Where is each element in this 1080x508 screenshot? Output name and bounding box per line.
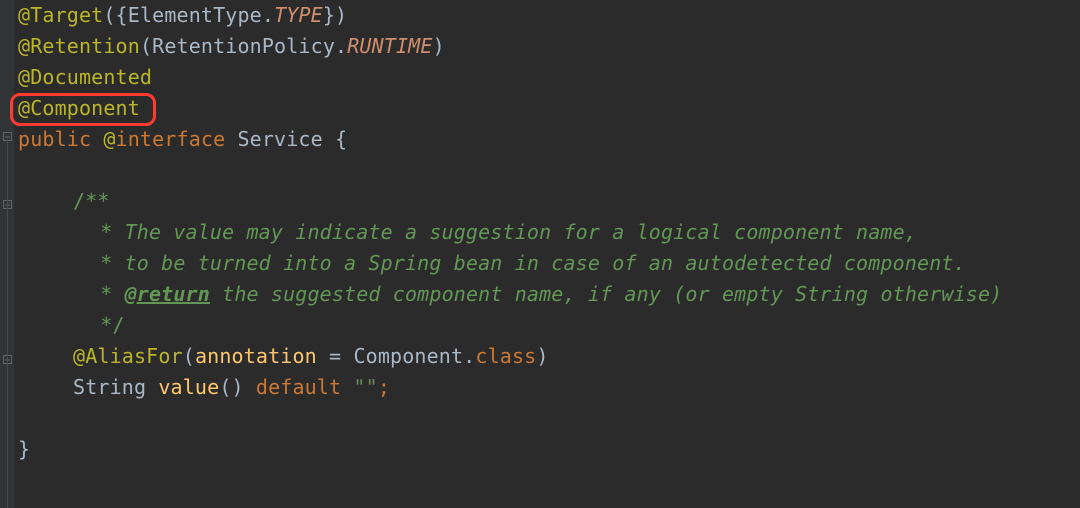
javadoc-text: to be turned into a Spring bean in case … — [112, 251, 965, 275]
type-name: Service — [237, 127, 335, 151]
gutter — [0, 0, 14, 508]
code-line — [18, 406, 30, 430]
punct: = — [317, 344, 354, 368]
javadoc-tag: @return — [125, 282, 210, 306]
javadoc-star: * — [88, 282, 112, 306]
brace: { — [335, 127, 347, 151]
enum-const: RUNTIME — [347, 34, 432, 58]
code-line: String value() default ""; — [18, 375, 390, 399]
annotation-at: @ — [18, 34, 30, 58]
annotation-name: AliasFor — [85, 344, 183, 368]
punct: . — [463, 344, 475, 368]
javadoc-text: The value may indicate a suggestion for … — [112, 220, 917, 244]
code-line: } — [18, 437, 30, 461]
code-line — [18, 158, 30, 182]
javadoc-open: /** — [73, 189, 110, 213]
code-line: @AliasFor(annotation = Component.class) — [18, 344, 549, 368]
keyword: class — [475, 344, 536, 368]
string-literal: "" — [353, 375, 377, 399]
punct: ({ — [103, 3, 127, 27]
method-name: value — [158, 375, 219, 399]
code-line: public @interface Service { — [18, 127, 347, 151]
punct: ) — [536, 344, 548, 368]
punct: ( — [183, 344, 195, 368]
punct: . — [262, 3, 274, 27]
code-line: @Retention(RetentionPolicy.RUNTIME) — [18, 34, 445, 58]
annotation-at: @ — [103, 127, 115, 151]
annotation-name: Target — [30, 3, 103, 27]
punct: }) — [323, 3, 347, 27]
gutter-fold-line-2-icon — [7, 215, 8, 367]
annotation-at: @ — [18, 96, 30, 120]
code-line: @Documented — [18, 65, 152, 89]
code-line: @Target({ElementType.TYPE}) — [18, 3, 347, 27]
code-line: /** — [18, 189, 110, 213]
type-ref: ElementType — [128, 3, 262, 27]
type-ref: Component — [353, 344, 463, 368]
annotation-at: @ — [73, 344, 85, 368]
keyword: public — [18, 127, 103, 151]
annotation-name: Documented — [30, 65, 152, 89]
enum-const: TYPE — [274, 3, 323, 27]
punct: . — [335, 34, 347, 58]
code-line: * The value may indicate a suggestion fo… — [18, 220, 917, 244]
type-ref: String — [73, 375, 158, 399]
javadoc-star: * — [88, 220, 112, 244]
javadoc-close: */ — [88, 313, 125, 337]
annotation-at: @ — [18, 65, 30, 89]
code-line: */ — [18, 313, 125, 337]
punct: () — [219, 375, 256, 399]
brace: } — [18, 437, 30, 461]
annotation-name: Retention — [30, 34, 140, 58]
annotation-name: Component — [30, 96, 140, 120]
code-line: @Component — [18, 96, 140, 120]
punct: ( — [140, 34, 152, 58]
param-name: annotation — [195, 344, 317, 368]
code-line: * to be turned into a Spring bean in cas… — [18, 251, 966, 275]
punct: ; — [378, 375, 390, 399]
code-editor[interactable]: @Target({ElementType.TYPE}) @Retention(R… — [14, 0, 1080, 508]
punct: ) — [433, 34, 445, 58]
keyword: default — [256, 375, 354, 399]
javadoc-text: the suggested component name, if any (or… — [210, 282, 1002, 306]
javadoc-star: * — [88, 251, 112, 275]
code-line: * @return the suggested component name, … — [18, 282, 1002, 306]
annotation-at: @ — [18, 3, 30, 27]
keyword: interface — [116, 127, 238, 151]
type-ref: RetentionPolicy — [152, 34, 335, 58]
